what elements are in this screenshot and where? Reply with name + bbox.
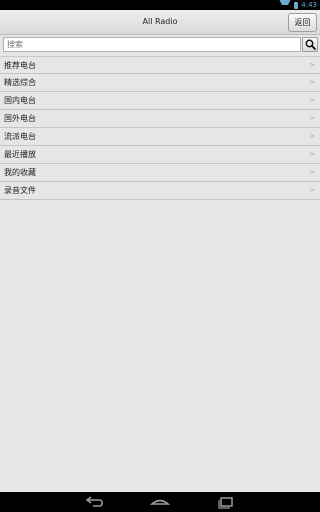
search-button[interactable]	[302, 37, 318, 52]
chevron-right-icon: >	[309, 168, 315, 176]
search-icon	[305, 39, 316, 50]
menu-item-label: 流派电台	[4, 132, 36, 141]
menu-item-label: 我的收藏	[4, 168, 36, 177]
chevron-right-icon: >	[309, 96, 315, 104]
menu-item-label: 录音文件	[4, 186, 36, 195]
menu-item-recommended[interactable]: 推荐电台 >	[0, 57, 320, 74]
chevron-right-icon: >	[309, 186, 315, 194]
chevron-right-icon: >	[309, 132, 315, 140]
status-bar: 4:43	[0, 0, 320, 10]
status-time: 4:43	[301, 1, 317, 9]
chevron-right-icon: >	[309, 150, 315, 158]
screen: 4:43 All Radio 返回 推荐电台 > 精选综合 > 国内电台 > 国…	[0, 0, 320, 512]
menu-item-favorites[interactable]: 我的收藏 >	[0, 164, 320, 182]
menu-item-label: 最近播放	[4, 150, 36, 159]
menu-list: 推荐电台 > 精选综合 > 国内电台 > 国外电台 > 流派电台 > 最近播放 …	[0, 56, 320, 200]
chevron-right-icon: >	[309, 114, 315, 122]
menu-item-label: 国内电台	[4, 96, 36, 105]
menu-item-recent[interactable]: 最近播放 >	[0, 146, 320, 164]
menu-item-domestic[interactable]: 国内电台 >	[0, 92, 320, 110]
recents-icon[interactable]	[216, 495, 236, 509]
chevron-right-icon: >	[309, 78, 315, 86]
menu-item-label: 国外电台	[4, 114, 36, 123]
home-icon[interactable]	[150, 495, 170, 509]
menu-item-genre[interactable]: 流派电台 >	[0, 128, 320, 146]
back-button[interactable]: 返回	[288, 13, 317, 32]
menu-item-recordings[interactable]: 录音文件 >	[0, 182, 320, 200]
title-bar: All Radio 返回	[0, 10, 320, 35]
search-input[interactable]	[3, 37, 301, 52]
menu-item-label: 精选综合	[4, 78, 36, 87]
menu-item-foreign[interactable]: 国外电台 >	[0, 110, 320, 128]
menu-item-featured[interactable]: 精选综合 >	[0, 74, 320, 92]
search-row	[0, 35, 320, 55]
menu-item-label: 推荐电台	[4, 61, 36, 70]
battery-icon	[294, 1, 299, 9]
chevron-right-icon: >	[309, 61, 315, 69]
back-icon[interactable]	[84, 495, 104, 509]
page-title: All Radio	[142, 17, 178, 26]
navigation-bar	[0, 492, 320, 512]
